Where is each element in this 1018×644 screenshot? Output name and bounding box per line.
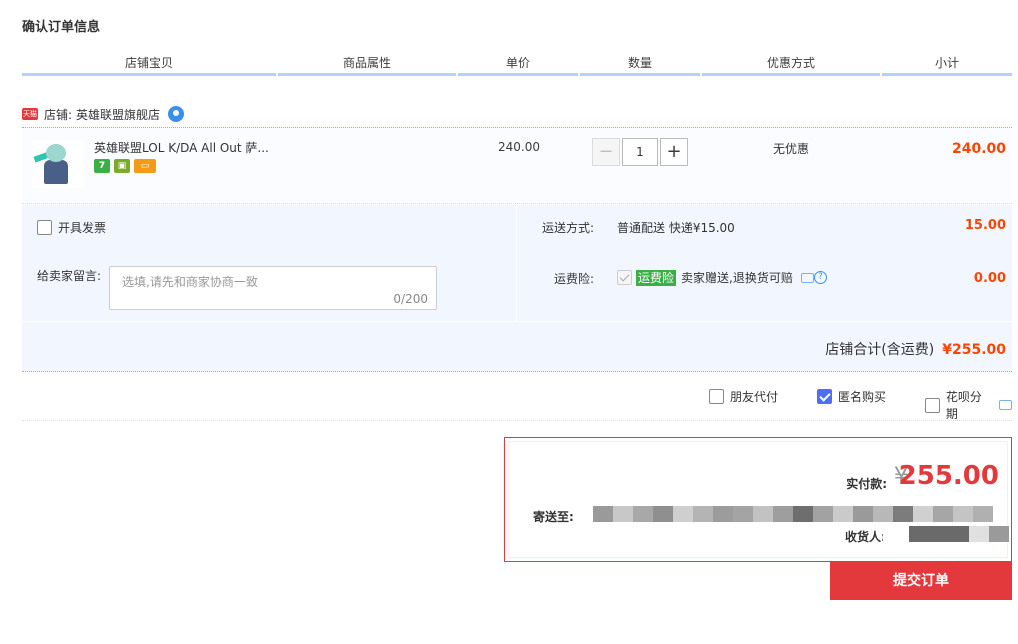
quantity-decrease-button[interactable]: − [592, 138, 620, 166]
submit-order-button[interactable]: 提交订单 [830, 562, 1012, 600]
redaction-block [613, 506, 633, 522]
friend-pay-checkbox[interactable] [709, 389, 724, 404]
wangwang-chat-icon[interactable] [168, 106, 185, 122]
order-summary-inner: 实付款: ¥ 255.00 寄送至: 收货人: [508, 441, 1009, 558]
huabei-installment-checkbox[interactable] [925, 397, 940, 413]
shipping-insurance-checkbox [617, 270, 632, 285]
shipping-insurance-fee: 0.00 [973, 271, 1006, 286]
redaction-block [893, 506, 913, 522]
redaction-block [793, 506, 813, 522]
invoice-checkbox[interactable] [37, 220, 52, 235]
shipping-method-label: 运送方式: [542, 221, 595, 235]
quantity-stepper: − 1 + [592, 138, 688, 166]
redaction-block [593, 506, 613, 522]
shipping-insurance-desc: 卖家赠送,退换货可赔 [681, 271, 793, 285]
redaction-block [873, 506, 893, 522]
invoice-label: 开具发票 [58, 221, 107, 235]
store-total: 店铺合计(含运费) ¥255.00 [825, 339, 1006, 359]
seller-message-placeholder: 选填,请先和商家协商一致 [122, 275, 258, 289]
redaction-block [933, 506, 953, 522]
options-divider-horizontal [22, 321, 1012, 322]
store-row: 天猫 店铺: 英雄联盟旗舰店 [22, 104, 185, 124]
credit-card-icon[interactable]: ▭ [134, 159, 156, 173]
seller-message-textarea[interactable]: 选填,请先和商家协商一致 0/200 [109, 266, 437, 310]
anonymous-purchase-label: 匿名购买 [838, 390, 887, 404]
seven-day-return-icon[interactable]: 7 [94, 159, 110, 173]
redaction-block [753, 506, 773, 522]
store-total-label: 店铺合计(含运费) [825, 342, 935, 358]
ship-to-label: 寄送至: [533, 510, 574, 524]
item-subtotal: 240.00 [951, 141, 1006, 157]
invoice-option[interactable]: 开具发票 [37, 219, 106, 236]
service-badges: 7 ▣ ▭ [94, 159, 156, 173]
chat-bubble-icon[interactable] [999, 400, 1012, 410]
redaction-block [953, 506, 973, 522]
redaction-block [713, 506, 733, 522]
redaction-block [973, 506, 993, 522]
redaction-block [853, 506, 873, 522]
store-name-link[interactable]: 英雄联盟旗舰店 [76, 106, 160, 123]
redaction-block [883, 526, 909, 542]
quantity-increase-button[interactable]: + [660, 138, 688, 166]
figure-body-shape [44, 160, 68, 184]
shipping-insurance-row: 运费险 卖家赠送,退换货可赔 ? [617, 269, 827, 286]
redaction-block [913, 506, 933, 522]
redaction-block [813, 506, 833, 522]
options-divider-vertical [516, 205, 517, 321]
column-header-promotion: 优惠方式 [702, 54, 880, 76]
huabei-installment-label: 花呗分期 [945, 390, 982, 421]
column-header-quantity: 数量 [580, 54, 700, 76]
help-icon[interactable]: ? [813, 271, 827, 284]
amount-paid-value: 255.00 [898, 461, 999, 491]
tmall-icon: 天猫 [22, 108, 38, 120]
redaction-block [653, 506, 673, 522]
product-thumbnail[interactable] [32, 140, 84, 188]
recipient-label: 收货人: [845, 530, 886, 544]
redaction-block [693, 506, 713, 522]
column-header-store-item: 店铺宝贝 [22, 54, 276, 76]
recipient-redacted [883, 526, 1013, 542]
redaction-block [833, 506, 853, 522]
order-summary: 实付款: ¥ 255.00 寄送至: 收货人: [504, 437, 1012, 562]
amount-paid-label: 实付款: [846, 477, 887, 491]
column-header-subtotal: 小计 [882, 54, 1012, 76]
friend-pay-label: 朋友代付 [730, 390, 779, 404]
column-header-attributes: 商品属性 [278, 54, 456, 76]
promotion-value: 无优惠 [773, 142, 810, 156]
unit-price: 240.00 [498, 140, 540, 154]
guarantee-shield-icon[interactable]: ▣ [114, 159, 130, 173]
huabei-installment-option[interactable]: 花呗分期 [925, 388, 1012, 422]
payment-options: 朋友代付 匿名购买 花呗分期 [22, 374, 1012, 421]
anonymous-purchase-option[interactable]: 匿名购买 [817, 388, 886, 405]
product-title-link[interactable]: 英雄联盟LOL K/DA All Out 萨... [94, 139, 269, 156]
redaction-block [989, 526, 1009, 542]
order-item-row: 英雄联盟LOL K/DA All Out 萨... 7 ▣ ▭ 240.00 −… [22, 127, 1012, 204]
table-header: 店铺宝贝 商品属性 单价 数量 优惠方式 小计 [22, 54, 1012, 76]
friend-pay-option[interactable]: 朋友代付 [709, 388, 778, 405]
redaction-block [733, 506, 753, 522]
anonymous-purchase-checkbox[interactable] [817, 389, 832, 404]
redaction-block [673, 506, 693, 522]
redaction-block [909, 526, 969, 542]
order-options: 开具发票 给卖家留言: 选填,请先和商家协商一致 0/200 运送方式: 普通配… [22, 205, 1012, 372]
shipping-fee: 15.00 [964, 218, 1006, 233]
page-title: 确认订单信息 [22, 20, 101, 35]
shipping-insurance-tag: 运费险 [636, 269, 677, 286]
column-header-unit-price: 单价 [458, 54, 578, 76]
redaction-block [969, 526, 989, 542]
redaction-block [633, 506, 653, 522]
figure-head-shape [46, 144, 66, 162]
quantity-input[interactable]: 1 [622, 138, 658, 166]
shipping-method-value[interactable]: 普通配送 快递¥15.00 [617, 219, 735, 236]
shipping-insurance-label: 运费险: [554, 272, 595, 286]
seller-message-label: 给卖家留言: [37, 269, 102, 283]
redaction-block [773, 506, 793, 522]
chat-bubble-icon[interactable] [800, 272, 814, 283]
seller-message-char-count: 0/200 [393, 292, 428, 306]
store-total-amount: ¥255.00 [942, 342, 1006, 358]
store-label: 店铺: [44, 107, 73, 122]
